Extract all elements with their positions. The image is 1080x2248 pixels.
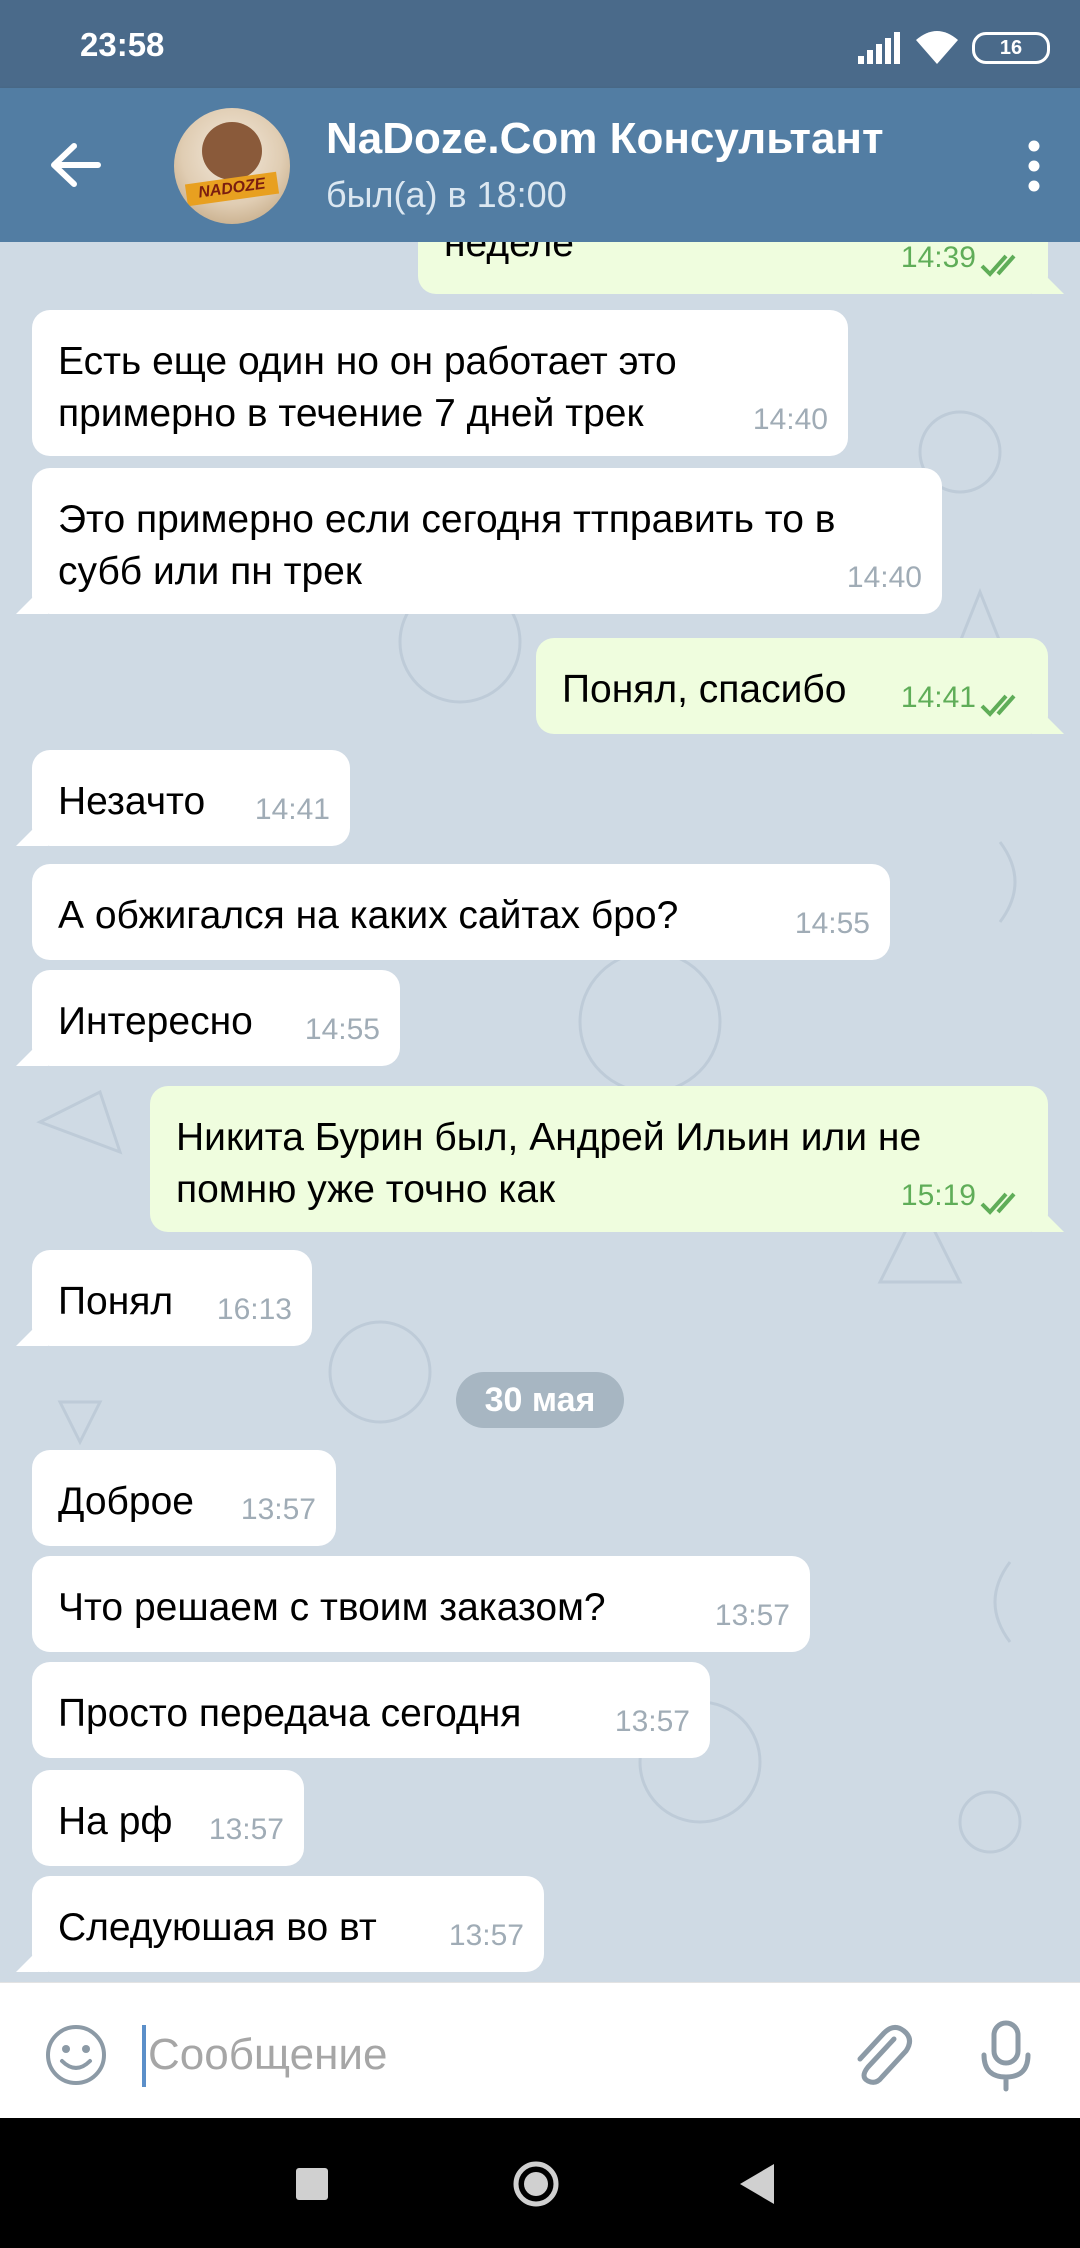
message-time: 14:39 bbox=[900, 242, 976, 274]
message-text: Есть еще один но он работает это примерн… bbox=[58, 340, 677, 435]
message-time: 13:57 bbox=[614, 1705, 690, 1738]
cellular-signal-icon bbox=[858, 32, 900, 64]
avatar[interactable]: NADOZE bbox=[174, 108, 290, 224]
message-text: На рф bbox=[58, 1800, 173, 1843]
message-text: неделе bbox=[444, 242, 574, 265]
message-bubble-incoming[interactable]: Интересно 14:55 bbox=[32, 970, 400, 1066]
battery-icon: 16 bbox=[972, 32, 1050, 64]
chat-history[interactable]: неделе 14:39 Есть еще один но он работае… bbox=[0, 242, 1080, 1982]
battery-level: 16 bbox=[999, 37, 1023, 59]
message-bubble-incoming[interactable]: А обжигался на каких сайтах бро? 14:55 bbox=[32, 864, 890, 960]
date-separator: 30 мая bbox=[456, 1372, 624, 1428]
message-bubble-incoming[interactable]: Понял 16:13 bbox=[32, 1250, 312, 1346]
system-nav-bar bbox=[0, 2118, 1080, 2248]
message-bubble-incoming[interactable]: Незачто 14:41 bbox=[32, 750, 350, 846]
message-bubble-incoming[interactable]: На рф 13:57 bbox=[32, 1770, 304, 1866]
smiley-icon[interactable] bbox=[44, 2023, 108, 2087]
chat-title[interactable]: NaDoze.Com Консультант bbox=[326, 114, 884, 164]
message-bubble-outgoing[interactable]: неделе 14:39 bbox=[418, 242, 1048, 294]
message-time: 13:57 bbox=[240, 1493, 316, 1526]
message-time: 14:41 bbox=[900, 681, 976, 714]
microphone-icon[interactable] bbox=[978, 2019, 1034, 2093]
message-bubble-incoming[interactable]: Следуюшая во вт 13:57 bbox=[32, 1876, 544, 1972]
message-bubble-incoming[interactable]: Доброе 13:57 bbox=[32, 1450, 336, 1546]
status-bar: 23:58 16 bbox=[0, 0, 1080, 88]
message-bubble-incoming[interactable]: Что решаем с твоим заказом? 13:57 bbox=[32, 1556, 810, 1652]
double-check-icon bbox=[980, 694, 1016, 717]
message-time: 14:55 bbox=[794, 907, 870, 940]
home-icon[interactable] bbox=[512, 2160, 560, 2208]
message-text: А обжигался на каких сайтах бро? bbox=[58, 894, 679, 937]
message-bubble-incoming[interactable]: Просто передача сегодня 13:57 bbox=[32, 1662, 710, 1758]
message-time: 13:57 bbox=[448, 1919, 524, 1952]
more-vertical-icon[interactable] bbox=[1028, 140, 1040, 192]
message-input[interactable] bbox=[146, 2019, 830, 2091]
avatar-logo: NADOZE bbox=[184, 171, 280, 207]
message-bubble-outgoing[interactable]: Понял, спасибо 14:41 bbox=[536, 638, 1048, 734]
double-check-icon bbox=[980, 254, 1016, 277]
message-time: 13:57 bbox=[714, 1599, 790, 1632]
message-text: Понял, спасибо bbox=[562, 668, 847, 711]
message-bubble-outgoing[interactable]: Никита Бурин был, Андрей Ильин или не по… bbox=[150, 1086, 1048, 1232]
message-bubble-incoming[interactable]: Есть еще один но он работает это примерн… bbox=[32, 310, 848, 456]
message-text: Интересно bbox=[58, 1000, 253, 1043]
message-composer bbox=[0, 1982, 1080, 2119]
message-text: Просто передача сегодня bbox=[58, 1692, 522, 1735]
message-time: 14:40 bbox=[846, 561, 922, 594]
message-time: 15:19 bbox=[900, 1179, 976, 1212]
message-text: Доброе bbox=[58, 1480, 194, 1523]
message-time: 13:57 bbox=[208, 1813, 284, 1846]
last-seen-status: был(а) в 18:00 bbox=[326, 174, 567, 215]
back-triangle-icon[interactable] bbox=[740, 2164, 774, 2204]
recents-icon[interactable] bbox=[296, 2168, 328, 2200]
arrow-left-icon[interactable] bbox=[48, 138, 102, 192]
status-time: 23:58 bbox=[80, 26, 165, 63]
message-time: 14:41 bbox=[254, 793, 330, 826]
message-text: Что решаем с твоим заказом? bbox=[58, 1586, 606, 1629]
double-check-icon bbox=[980, 1192, 1016, 1215]
message-bubble-incoming[interactable]: Это примерно если сегодня ттправить то в… bbox=[32, 468, 942, 614]
message-time: 14:40 bbox=[752, 403, 828, 436]
message-text: Следуюшая во вт bbox=[58, 1906, 377, 1949]
paperclip-icon[interactable] bbox=[848, 2019, 914, 2089]
message-text: Понял bbox=[58, 1280, 174, 1323]
avatar-figure bbox=[202, 122, 262, 180]
wifi-icon bbox=[916, 31, 958, 64]
message-time: 16:13 bbox=[216, 1293, 292, 1326]
message-text: Это примерно если сегодня ттправить то в… bbox=[58, 498, 836, 593]
message-text: Незачто bbox=[58, 780, 206, 823]
message-time: 14:55 bbox=[304, 1013, 380, 1046]
chat-header: NADOZE NaDoze.Com Консультант был(а) в 1… bbox=[0, 88, 1080, 242]
